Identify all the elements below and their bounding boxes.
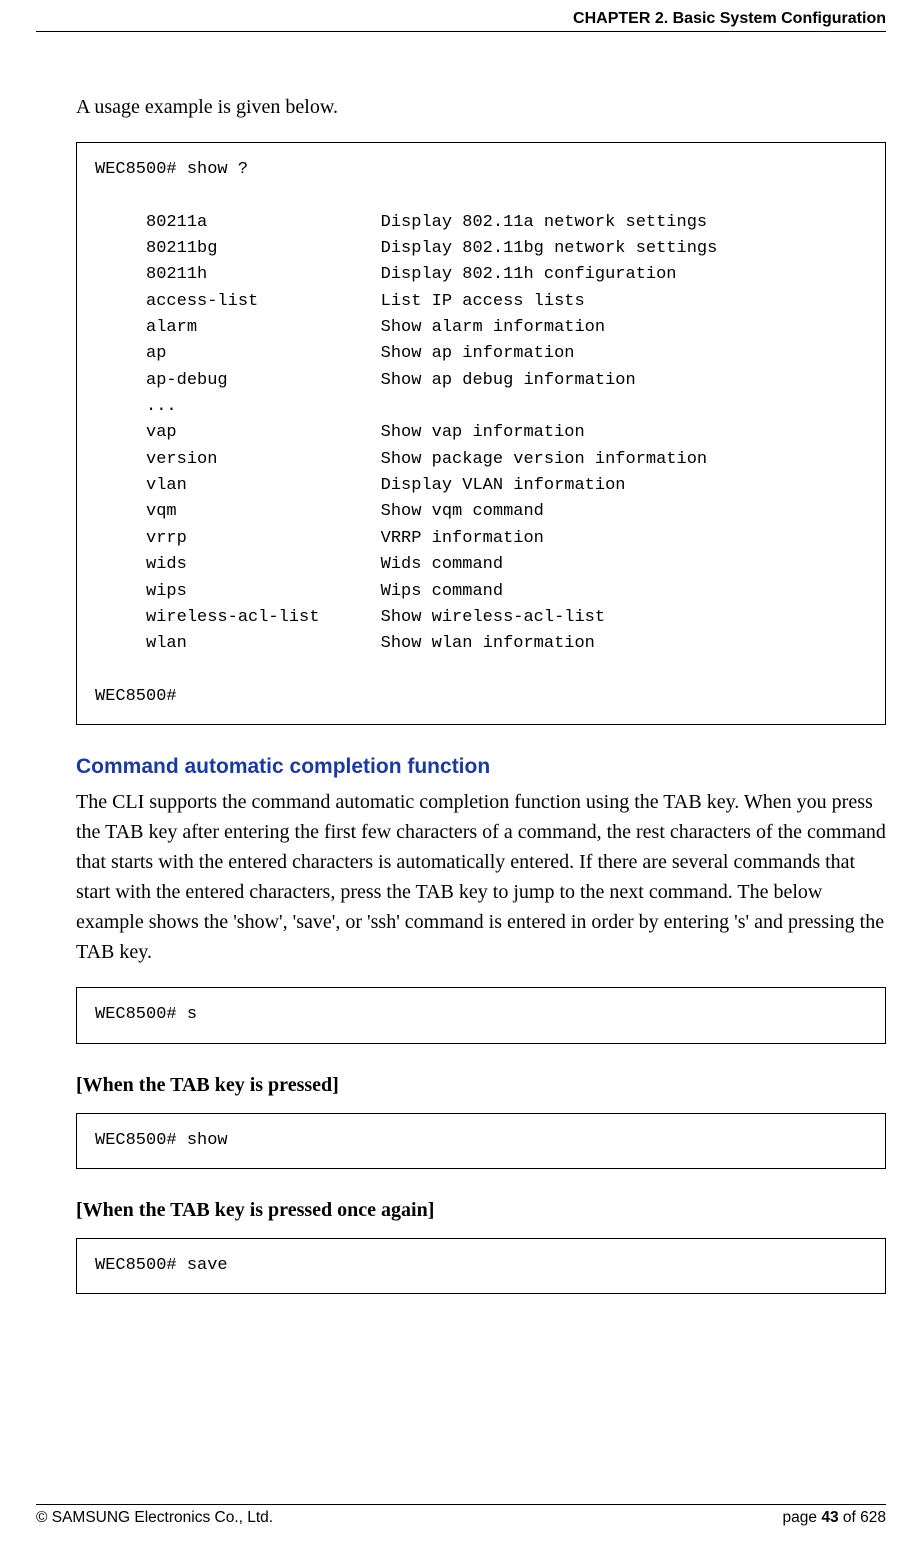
code-block-show-help: WEC8500# show ? 80211a Display 802.11a n… — [76, 142, 886, 725]
code-block-save: WEC8500# save — [76, 1238, 886, 1294]
tab-pressed-note-1: [When the TAB key is pressed] — [76, 1074, 886, 1097]
footer-copyright: © SAMSUNG Electronics Co., Ltd. — [36, 1509, 273, 1527]
page-header: CHAPTER 2. Basic System Configuration — [36, 10, 886, 32]
tab-pressed-note-2: [When the TAB key is pressed once again] — [76, 1199, 886, 1222]
footer-page-number: page 43 of 628 — [783, 1509, 886, 1527]
intro-paragraph: A usage example is given below. — [76, 92, 886, 122]
code-block-show: WEC8500# show — [76, 1113, 886, 1169]
section-heading: Command automatic completion function — [76, 755, 886, 779]
code-block-s: WEC8500# s — [76, 987, 886, 1043]
page-footer: © SAMSUNG Electronics Co., Ltd. page 43 … — [36, 1504, 886, 1527]
page-content: A usage example is given below. WEC8500#… — [36, 92, 886, 1294]
section-body: The CLI supports the command automatic c… — [76, 787, 886, 967]
chapter-title: CHAPTER 2. Basic System Configuration — [573, 10, 886, 28]
